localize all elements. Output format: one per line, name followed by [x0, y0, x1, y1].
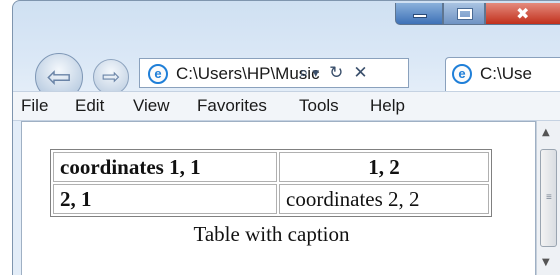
- grip-icon: ≡: [546, 192, 552, 203]
- close-button[interactable]: ✖: [485, 3, 560, 25]
- address-bar-controls: ⌕ ▾ ↻ ✕: [299, 59, 368, 87]
- stop-icon[interactable]: ✕: [353, 63, 367, 83]
- menu-edit[interactable]: Edit: [75, 96, 104, 116]
- search-icon[interactable]: ⌕: [299, 63, 309, 83]
- browser-window: ✖ ⇦ ⇨ e C:\Users\HP\Music ⌕ ▾ ↻ ✕ e C:\U…: [12, 0, 560, 275]
- forward-button[interactable]: ⇨: [93, 59, 129, 95]
- menu-help[interactable]: Help: [370, 96, 405, 116]
- menu-file[interactable]: File: [21, 96, 48, 116]
- minimize-icon: [413, 14, 427, 18]
- ie-page-icon: e: [148, 64, 168, 84]
- scroll-down-icon[interactable]: ▼: [542, 257, 550, 268]
- menu-bar: File Edit View Favorites Tools Help: [13, 91, 560, 121]
- chevron-down-icon[interactable]: ▾: [313, 66, 320, 81]
- menu-favorites[interactable]: Favorites: [197, 96, 267, 116]
- forward-arrow-icon: ⇨: [101, 64, 121, 90]
- scroll-up-icon[interactable]: ▲: [542, 127, 550, 138]
- maximize-icon: [457, 8, 473, 20]
- table-caption: Table with caption: [193, 222, 350, 246]
- ie-tab-icon: e: [452, 64, 472, 84]
- address-bar[interactable]: e C:\Users\HP\Music: [139, 58, 409, 88]
- vertical-scrollbar[interactable]: ▲ ≡ ▼: [536, 121, 560, 275]
- menu-view[interactable]: View: [133, 96, 170, 116]
- menu-tools[interactable]: Tools: [299, 96, 339, 116]
- maximize-button[interactable]: [443, 3, 485, 25]
- refresh-icon[interactable]: ↻: [329, 63, 343, 83]
- close-icon: ✖: [516, 4, 530, 23]
- minimize-button[interactable]: [395, 3, 443, 25]
- page-content: coordinates 1, 1 1, 2 2, 1 coordinates 2…: [21, 121, 536, 275]
- browser-tab[interactable]: e C:\Use: [445, 57, 560, 91]
- tab-label: C:\Use: [480, 64, 532, 83]
- scroll-thumb[interactable]: ≡: [540, 149, 557, 247]
